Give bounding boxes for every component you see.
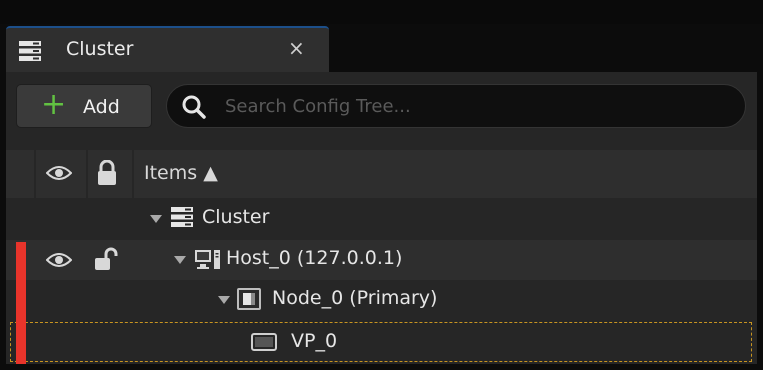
tab-title: Cluster [66, 38, 134, 60]
host-color-marker [16, 242, 26, 364]
search-box[interactable]: Search Config Tree... [166, 84, 746, 128]
tree-item-label: Node_0 (Primary) [272, 287, 438, 309]
lock-icon[interactable] [96, 159, 118, 190]
expand-arrow-icon[interactable] [174, 256, 186, 264]
eye-icon[interactable] [45, 164, 73, 186]
tree-row-node[interactable]: Node_0 (Primary) [6, 280, 757, 320]
tree-row-viewport[interactable]: VP_0 [10, 322, 752, 362]
header-spacer [6, 150, 36, 198]
tree-item-label: VP_0 [291, 330, 338, 352]
cluster-icon [170, 206, 194, 232]
close-icon[interactable]: × [288, 36, 305, 60]
expand-arrow-icon[interactable] [218, 296, 230, 304]
host-icon [194, 248, 222, 276]
toolbar: + Add Search Config Tree... [6, 72, 757, 144]
tree-row-host[interactable]: Host_0 (127.0.0.1) [6, 240, 757, 280]
plus-icon: + [41, 87, 67, 122]
eye-icon[interactable] [45, 251, 73, 273]
node-icon [236, 287, 262, 315]
tree-item-label: Host_0 (127.0.0.1) [226, 247, 403, 269]
tab-cluster[interactable]: Cluster × [6, 26, 329, 74]
search-input[interactable]: Search Config Tree... [225, 96, 411, 117]
search-icon [181, 94, 207, 120]
unlock-icon[interactable] [94, 247, 118, 275]
add-button[interactable]: + Add [16, 84, 152, 128]
expand-arrow-icon[interactable] [150, 215, 162, 223]
tree-item-label: Cluster [202, 206, 270, 228]
top-strip [0, 0, 763, 24]
add-button-label: Add [83, 96, 120, 118]
tree-row-cluster[interactable]: Cluster [6, 198, 757, 238]
cluster-panel: + Add Search Config Tree... Items ▲ Clus… [6, 72, 757, 364]
cluster-icon [18, 40, 42, 62]
tree-header: Items ▲ [6, 150, 757, 198]
items-column-header[interactable]: Items ▲ [144, 162, 218, 184]
viewport-icon [251, 332, 277, 356]
